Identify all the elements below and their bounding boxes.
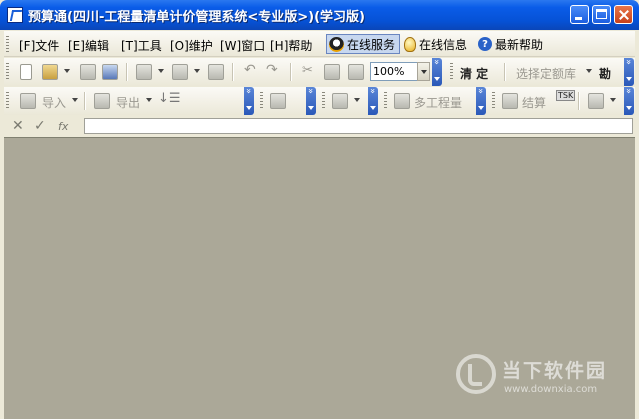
latest-help-label: 最新帮助	[495, 37, 544, 52]
formula-bar: ✕ ✓ fx	[4, 116, 635, 136]
print-icon[interactable]	[136, 64, 152, 80]
separator	[578, 92, 580, 110]
maximize-button[interactable]	[592, 5, 611, 24]
confirm-icon[interactable]: ✓	[34, 118, 46, 134]
undo-icon[interactable]: ↶	[244, 62, 260, 78]
toolbar-grip[interactable]	[322, 92, 325, 108]
paste-icon[interactable]	[348, 64, 364, 80]
watermark-logo-icon	[456, 354, 496, 394]
select-library-button[interactable]: 选择定额库	[516, 65, 576, 82]
watermark-name: 当下软件园	[502, 360, 608, 382]
toolbar-overflow-chevron[interactable]	[624, 58, 634, 86]
menu-window[interactable]: [W]窗口	[220, 37, 265, 54]
toolbar-overflow-chevron[interactable]	[432, 58, 442, 86]
toolbar-grip[interactable]	[450, 63, 453, 79]
tsk-button[interactable]: TSK	[556, 90, 576, 101]
menu-file[interactable]: [F]文件	[19, 37, 59, 54]
close-button[interactable]	[614, 5, 633, 24]
window-title: 预算通(四川-工程量清单计价管理系统<专业版>)(学习版)	[28, 10, 365, 25]
menu-edit[interactable]: [E]编辑	[68, 37, 109, 54]
clear-quota-button[interactable]: 清 定	[460, 65, 488, 82]
menu-grip[interactable]	[6, 36, 9, 52]
export-dropdown-icon[interactable]	[146, 98, 152, 102]
redo-icon[interactable]: ↷	[266, 62, 282, 78]
menu-bar: [F]文件 [E]编辑 [T]工具 [O]维护 [W]窗口 [H]帮助 在线服务…	[4, 31, 635, 57]
watermark: 当下软件园 www.downxia.com	[452, 350, 636, 410]
latest-help-button[interactable]: ? 最新帮助	[476, 34, 547, 54]
survey-button[interactable]: 勘	[599, 65, 611, 82]
online-service-button[interactable]: 在线服务	[326, 34, 401, 54]
toolbar-grip[interactable]	[492, 92, 495, 108]
toolbar-overflow-chevron[interactable]	[476, 87, 486, 115]
qq-icon	[329, 36, 344, 52]
sort-icon[interactable]: ↓☰	[158, 91, 181, 107]
app-icon	[7, 7, 23, 23]
toolbar-grip[interactable]	[6, 92, 9, 108]
menu-tools[interactable]: [T]工具	[121, 37, 162, 54]
toolbar-overflow-chevron[interactable]	[624, 87, 634, 115]
stamp-icon[interactable]	[208, 64, 224, 80]
open-dropdown-icon[interactable]	[64, 69, 70, 73]
new-file-icon[interactable]	[20, 64, 32, 80]
online-info-button[interactable]: 在线信息	[402, 34, 471, 54]
online-service-label: 在线服务	[347, 37, 396, 52]
formula-input[interactable]	[84, 118, 633, 134]
separator	[232, 63, 234, 81]
data-toolbar: 导入 导出 ↓☰ 多工程量 结算 TSK	[4, 87, 635, 115]
separator	[126, 63, 128, 81]
title-bar: 预算通(四川-工程量清单计价管理系统<专业版>)(学习版)	[0, 0, 639, 30]
multi-project-button[interactable]: 多工程量	[414, 94, 462, 111]
grid-icon[interactable]	[332, 93, 348, 109]
toolbar-grip[interactable]	[6, 63, 9, 79]
import-dropdown-icon[interactable]	[72, 98, 78, 102]
bulb-icon	[404, 36, 416, 52]
import-icon	[20, 93, 36, 109]
toolbar-grip[interactable]	[384, 92, 387, 108]
settle-icon	[502, 93, 518, 109]
export-button[interactable]: 导出	[116, 94, 140, 111]
grid-dropdown-icon[interactable]	[354, 98, 360, 102]
separator	[290, 63, 292, 81]
import-button[interactable]: 导入	[42, 94, 66, 111]
menu-help[interactable]: [H]帮助	[270, 37, 312, 54]
toolbar-overflow-chevron[interactable]	[306, 87, 316, 115]
cut-icon[interactable]: ✂	[302, 63, 318, 79]
separator	[84, 92, 86, 110]
export-icon	[94, 93, 110, 109]
toolbar-overflow-chevron[interactable]	[368, 87, 378, 115]
fx-icon[interactable]: fx	[58, 120, 68, 133]
print-dropdown-icon[interactable]	[158, 69, 164, 73]
online-info-label: 在线信息	[419, 37, 468, 52]
tools-icon[interactable]	[588, 93, 604, 109]
toolbar-grip[interactable]	[260, 92, 263, 108]
multi-project-icon	[394, 93, 410, 109]
settle-button[interactable]: 结算	[522, 94, 546, 111]
watermark-url: www.downxia.com	[504, 384, 598, 395]
cancel-icon[interactable]: ✕	[12, 118, 24, 134]
menu-maintain[interactable]: [O]维护	[170, 37, 213, 54]
open-folder-icon[interactable]	[42, 64, 58, 80]
minimize-button[interactable]	[570, 5, 589, 24]
preview-dropdown-icon[interactable]	[194, 69, 200, 73]
zoom-input[interactable]: 100%	[370, 62, 418, 81]
library-dropdown-icon[interactable]	[586, 69, 592, 73]
copy-icon[interactable]	[324, 64, 340, 80]
toolbar-overflow-chevron[interactable]	[244, 87, 254, 115]
help-icon: ?	[478, 37, 492, 51]
save-all-icon[interactable]	[102, 64, 118, 80]
standard-toolbar: ↶ ↷ ✂ 100% 清 定 选择定额库 勘	[4, 58, 635, 86]
tools-dropdown-icon[interactable]	[610, 98, 616, 102]
separator	[504, 63, 506, 81]
zoom-dropdown-icon[interactable]	[417, 62, 430, 81]
link-icon[interactable]	[270, 93, 286, 109]
save-icon[interactable]	[80, 64, 96, 80]
print-preview-icon[interactable]	[172, 64, 188, 80]
